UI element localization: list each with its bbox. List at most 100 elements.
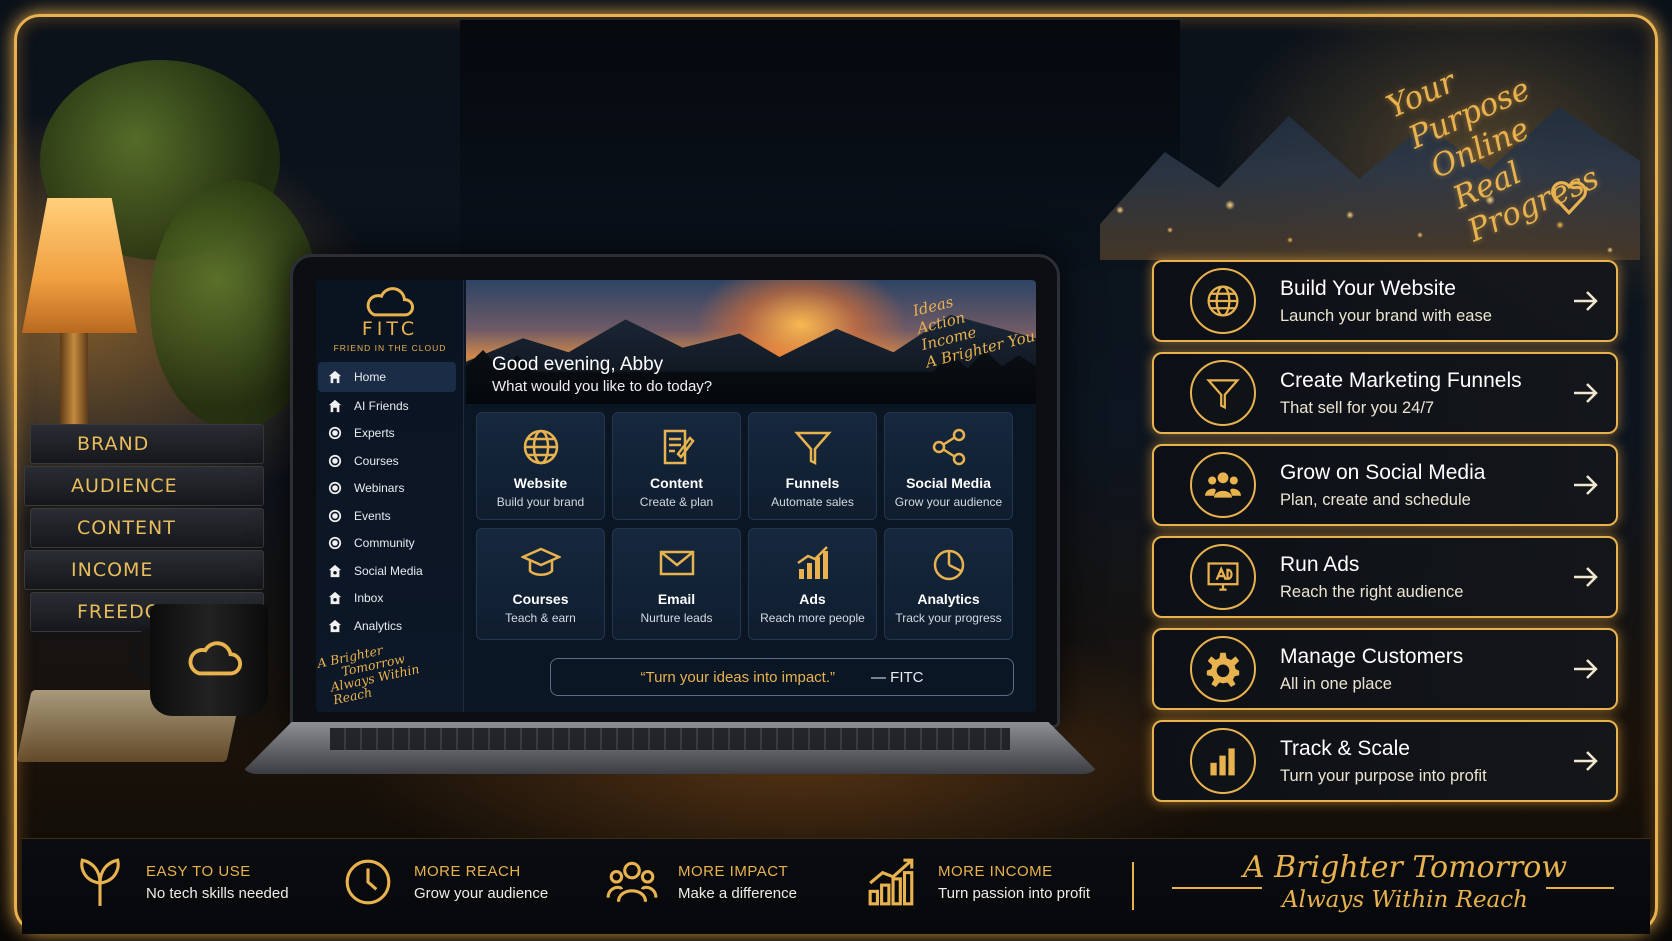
arrow-right-icon: [1574, 291, 1598, 311]
target-icon: [328, 509, 342, 522]
panel-icon-badge: [1190, 728, 1256, 794]
card-subtitle: Teach & earn: [505, 611, 576, 625]
sidebar-item-home[interactable]: Home: [318, 362, 456, 392]
benefit-more-impact: MORE IMPACT Make a difference: [606, 856, 797, 908]
sidebar: FITC FRIEND IN THE CLOUD Home AI Friends…: [316, 280, 464, 712]
sidebar-item-social-media[interactable]: Social Media: [316, 557, 464, 585]
gear-icon: [1206, 652, 1240, 687]
globe-icon: [1207, 285, 1239, 317]
panel-icon-badge: [1190, 636, 1256, 702]
sidebar-item-events[interactable]: Events: [316, 502, 464, 530]
benefit-more-income: MORE INCOME Turn passion into profit: [866, 856, 1090, 908]
benefit-title: MORE INCOME: [938, 862, 1053, 880]
panel-subtitle: All in one place: [1280, 674, 1392, 693]
laptop-keyboard: [330, 728, 1010, 750]
sprout-icon: [80, 858, 120, 906]
script-line: A Brighter Tomorrow: [1242, 850, 1568, 885]
benefit-text: MORE IMPACT Make a difference: [678, 863, 797, 902]
panel-icon-badge: [1190, 268, 1256, 334]
card-courses[interactable]: Courses Teach & earn: [476, 528, 605, 640]
card-analytics[interactable]: Analytics Track your progress: [884, 528, 1013, 640]
card-ads[interactable]: Ads Reach more people: [748, 528, 877, 640]
panel-title: Manage Customers: [1280, 644, 1464, 668]
sidebar-item-experts[interactable]: Experts: [316, 420, 464, 448]
panel-text: Create Marketing Funnels That sell for y…: [1280, 369, 1570, 418]
card-subtitle: Track your progress: [895, 611, 1002, 625]
app-logo: FITC: [361, 318, 419, 340]
arrow-right-icon: [1574, 567, 1598, 587]
house-badge-icon: [328, 592, 342, 605]
card-title: Social Media: [906, 475, 991, 491]
benefit-text: EASY TO USE No tech skills needed: [146, 863, 289, 902]
home-icon: [328, 370, 342, 384]
card-email[interactable]: Email Nurture leads: [612, 528, 741, 640]
greeting-title: Good evening, Abby: [492, 354, 664, 375]
card-title: Content: [650, 475, 703, 491]
sidebar-item-inbox[interactable]: Inbox: [316, 585, 464, 613]
quote-author: — FITC: [871, 668, 924, 686]
book-spine: CONTENT: [30, 508, 264, 548]
edit-document-icon: [663, 429, 695, 465]
sidebar-item-label: Social Media: [354, 563, 423, 578]
sidebar-item-label: Inbox: [354, 591, 384, 606]
heart-icon: [1551, 181, 1587, 216]
bottom-script-tagline: A Brighter Tomorrow Always Within Reach: [1170, 850, 1640, 913]
people-icon: [606, 861, 658, 903]
panel-run-ads[interactable]: Run Ads Reach the right audience: [1152, 536, 1618, 618]
app-logo-subtitle: FRIEND IN THE CLOUD: [333, 343, 447, 353]
panel-manage-customers[interactable]: Manage Customers All in one place: [1152, 628, 1618, 710]
arrow-right-icon: [1574, 751, 1598, 771]
app-screen: FITC FRIEND IN THE CLOUD Home AI Friends…: [316, 280, 1036, 712]
benefit-title: MORE REACH: [414, 862, 521, 880]
card-subtitle: Grow your audience: [894, 495, 1003, 509]
panel-track-scale[interactable]: Track & Scale Turn your purpose into pro…: [1152, 720, 1618, 802]
users-icon: [1205, 472, 1241, 498]
sidebar-item-label: Experts: [354, 426, 395, 441]
panel-icon-badge: [1190, 452, 1256, 518]
sidebar-item-webinars[interactable]: Webinars: [316, 475, 464, 503]
card-website[interactable]: Website Build your brand: [476, 412, 605, 520]
cloud-icon: [366, 287, 414, 317]
sidebar-item-label: Events: [354, 508, 391, 523]
book-stack: BRAND AUDIENCE CONTENT INCOME FREEDOM: [24, 424, 264, 634]
panel-build-website[interactable]: Build Your Website Launch your brand wit…: [1152, 260, 1618, 342]
panel-text: Grow on Social Media Plan, create and sc…: [1280, 461, 1570, 510]
sidebar-item-label: Webinars: [354, 481, 405, 496]
panel-subtitle: Plan, create and schedule: [1280, 490, 1471, 509]
card-subtitle: Build your brand: [496, 495, 585, 509]
house-badge-icon: [328, 619, 342, 632]
sidebar-item-courses[interactable]: Courses: [316, 447, 464, 475]
panel-subtitle: Launch your brand with ease: [1280, 306, 1492, 325]
card-title: Email: [657, 591, 696, 607]
sidebar-script-tagline: A Brighter Tomorrow Always Within Reach: [316, 628, 464, 708]
target-icon: [328, 482, 342, 495]
card-social-media[interactable]: Social Media Grow your audience: [884, 412, 1013, 520]
panel-title: Create Marketing Funnels: [1280, 368, 1522, 392]
sidebar-item-community[interactable]: Community: [316, 530, 464, 558]
benefit-easy-to-use: EASY TO USE No tech skills needed: [74, 856, 289, 908]
sidebar-item-label: Home: [354, 370, 387, 384]
sidebar-item-ai-friends[interactable]: AI Friends: [316, 392, 464, 420]
target-icon: [328, 454, 342, 467]
panel-marketing-funnels[interactable]: Create Marketing Funnels That sell for y…: [1152, 352, 1618, 434]
graduation-cap-icon: [520, 547, 561, 576]
panel-social-media[interactable]: Grow on Social Media Plan, create and sc…: [1152, 444, 1618, 526]
envelope-icon: [659, 550, 694, 576]
panel-text: Run Ads Reach the right audience: [1280, 553, 1570, 602]
feature-cards: Website Build your brand Content Create …: [476, 412, 1020, 640]
bar-chart-icon: [796, 546, 828, 579]
card-title: Website: [513, 475, 568, 491]
arrow-right-icon: [1574, 383, 1598, 403]
benefit-text: MORE REACH Grow your audience: [414, 863, 548, 902]
house-badge-icon: [328, 564, 342, 577]
panel-icon-badge: [1190, 360, 1256, 426]
lamp-base: [60, 333, 88, 428]
card-funnels[interactable]: Funnels Automate sales: [748, 412, 877, 520]
card-content[interactable]: Content Create & plan: [612, 412, 741, 520]
sidebar-item-label: Courses: [354, 453, 399, 468]
greeting-subtitle: What would you like to do today?: [492, 378, 713, 395]
card-title: Funnels: [785, 475, 840, 491]
benefit-subtitle: No tech skills needed: [146, 884, 289, 902]
share-icon: [932, 428, 965, 466]
sidebar-item-label: AI Friends: [354, 398, 409, 413]
